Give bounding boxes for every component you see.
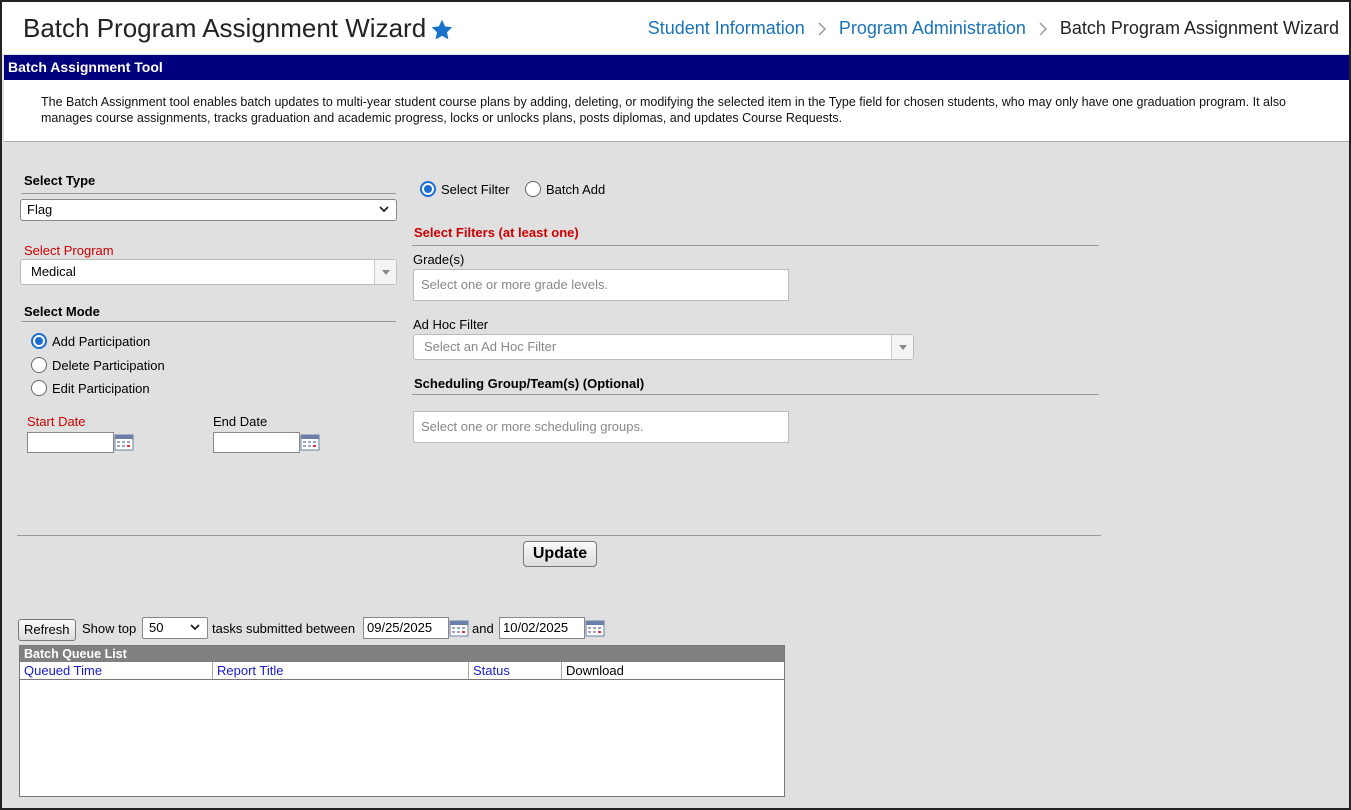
- section-header: Batch Assignment Tool: [4, 55, 1349, 80]
- to-date-input[interactable]: 10/02/2025: [499, 617, 585, 639]
- breadcrumb-student-information[interactable]: Student Information: [648, 18, 805, 39]
- and-label: and: [472, 621, 494, 636]
- breadcrumb: Student Information Program Administrati…: [648, 18, 1339, 39]
- adhoc-filter-label: Ad Hoc Filter: [413, 317, 489, 332]
- select-mode-label: Select Mode: [24, 304, 100, 319]
- end-date-input[interactable]: [213, 432, 300, 453]
- mode-add-participation-radio[interactable]: Add Participation: [31, 333, 150, 349]
- show-top-select[interactable]: 50: [142, 617, 208, 639]
- mode-label: Add Participation: [52, 333, 151, 349]
- divider: [412, 245, 1099, 246]
- app-frame: Batch Program Assignment Wizard Student …: [0, 0, 1351, 810]
- radio-unselected-icon: [31, 357, 47, 373]
- adhoc-filter-combo[interactable]: Select an Ad Hoc Filter: [413, 334, 914, 360]
- calendar-icon[interactable]: [300, 433, 320, 451]
- radio-selected-icon: [420, 181, 436, 197]
- filter-option-label: Select Filter: [441, 181, 510, 197]
- calendar-icon[interactable]: [449, 619, 469, 637]
- divider: [21, 321, 396, 322]
- calendar-icon[interactable]: [585, 619, 605, 637]
- select-program-label: Select Program: [24, 243, 114, 258]
- chevron-right-icon: [818, 21, 826, 36]
- chevron-down-icon: [190, 624, 200, 631]
- dropdown-arrow-icon[interactable]: [891, 335, 913, 359]
- start-date-label: Start Date: [27, 414, 86, 429]
- divider: [21, 193, 396, 194]
- batch-add-radio[interactable]: Batch Add: [525, 181, 605, 197]
- batch-queue-list: Batch Queue List Queued Time Report Titl…: [19, 645, 785, 797]
- tool-description: The Batch Assignment tool enables batch …: [4, 80, 1349, 142]
- start-date-input[interactable]: [27, 432, 114, 453]
- select-filters-heading: Select Filters (at least one): [414, 225, 579, 240]
- radio-unselected-icon: [525, 181, 541, 197]
- select-program-value: Medical: [31, 264, 76, 279]
- mode-label: Delete Participation: [52, 357, 165, 373]
- select-type-value: Flag: [27, 202, 53, 217]
- show-top-value: 50: [149, 620, 164, 635]
- breadcrumb-program-administration[interactable]: Program Administration: [839, 18, 1026, 39]
- breadcrumb-current: Batch Program Assignment Wizard: [1059, 18, 1339, 38]
- mode-edit-participation-radio[interactable]: Edit Participation: [31, 380, 150, 396]
- column-report-title[interactable]: Report Title: [213, 662, 469, 679]
- top-bar: Batch Program Assignment Wizard Student …: [2, 2, 1349, 54]
- radio-selected-icon: [31, 333, 47, 349]
- select-type-dropdown[interactable]: Flag: [20, 199, 397, 221]
- column-queued-time[interactable]: Queued Time: [20, 662, 213, 679]
- grades-multiselect[interactable]: Select one or more grade levels.: [413, 269, 789, 301]
- select-type-label: Select Type: [24, 173, 96, 188]
- calendar-icon[interactable]: [114, 433, 134, 451]
- update-button[interactable]: Update: [523, 541, 597, 567]
- select-program-combo[interactable]: Medical: [20, 259, 397, 285]
- radio-unselected-icon: [31, 380, 47, 396]
- end-date-label: End Date: [213, 414, 268, 429]
- chevron-right-icon: [1039, 21, 1047, 36]
- show-top-label: Show top: [82, 621, 137, 636]
- divider: [17, 535, 1101, 536]
- tasks-between-label: tasks submitted between: [212, 621, 356, 636]
- scheduling-group-multiselect[interactable]: Select one or more scheduling groups.: [413, 411, 789, 443]
- divider: [412, 394, 1099, 395]
- column-status[interactable]: Status: [469, 662, 562, 679]
- grades-label: Grade(s): [413, 252, 465, 267]
- adhoc-filter-placeholder: Select an Ad Hoc Filter: [424, 339, 557, 354]
- column-download: Download: [566, 663, 624, 678]
- refresh-button[interactable]: Refresh: [18, 619, 76, 641]
- select-filter-radio[interactable]: Select Filter: [420, 181, 510, 197]
- from-date-input[interactable]: 09/25/2025: [363, 617, 449, 639]
- scheduling-group-label: Scheduling Group/Team(s) (Optional): [414, 376, 645, 391]
- filter-option-label: Batch Add: [546, 181, 606, 197]
- page-title: Batch Program Assignment Wizard: [23, 13, 427, 43]
- mode-label: Edit Participation: [52, 380, 150, 396]
- chevron-down-icon: [379, 206, 389, 213]
- favorite-star-icon[interactable]: [430, 18, 454, 42]
- dropdown-arrow-icon[interactable]: [374, 260, 396, 284]
- queue-column-headers: Queued Time Report Title Status Download: [20, 662, 784, 680]
- batch-queue-title: Batch Queue List: [20, 646, 784, 662]
- mode-delete-participation-radio[interactable]: Delete Participation: [31, 357, 165, 373]
